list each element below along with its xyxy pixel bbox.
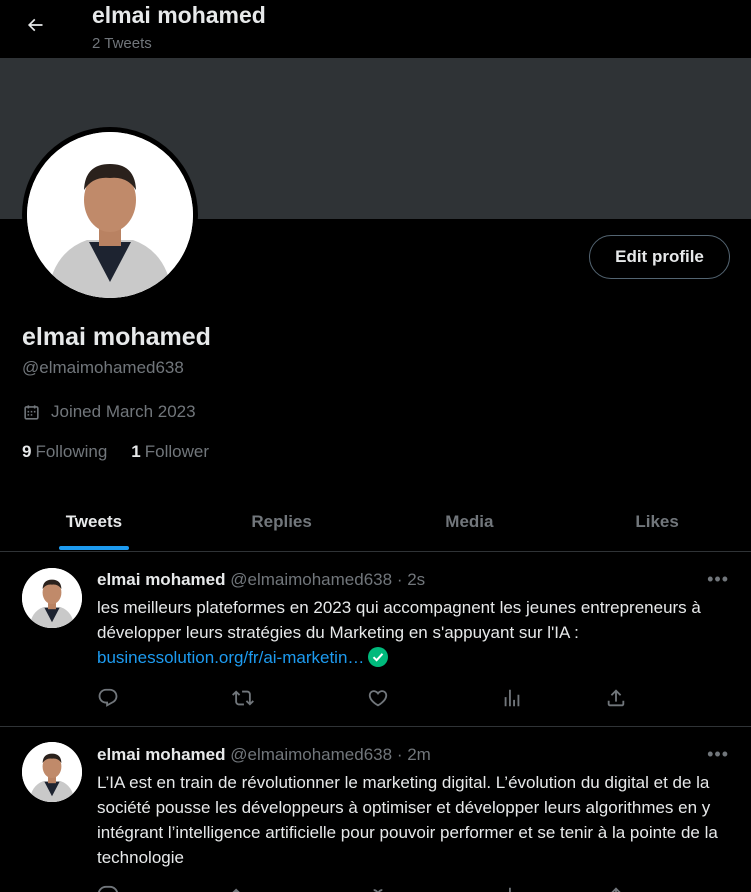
- reply-icon[interactable]: [97, 885, 121, 892]
- more-options-icon[interactable]: •••: [707, 744, 729, 765]
- retweet-icon[interactable]: [232, 687, 256, 711]
- tab-media[interactable]: Media: [376, 492, 564, 551]
- tab-replies[interactable]: Replies: [188, 492, 376, 551]
- tab-label: Replies: [251, 511, 312, 531]
- verified-check-icon: [368, 647, 389, 667]
- follow-stats: 9 Following 1 Follower: [22, 442, 209, 462]
- tweet-actions: [97, 885, 637, 892]
- tweet-text: les meilleurs plateformes en 2023 qui ac…: [97, 598, 701, 642]
- tweet-author-name[interactable]: elmai mohamed: [97, 745, 226, 764]
- back-button[interactable]: [20, 10, 50, 40]
- tab-likes[interactable]: Likes: [563, 492, 751, 551]
- more-options-icon[interactable]: •••: [707, 569, 729, 590]
- edit-profile-button[interactable]: Edit profile: [589, 235, 730, 279]
- calendar-icon: [24, 404, 39, 420]
- tweet-actions: [97, 687, 637, 711]
- tab-label: Media: [445, 511, 494, 531]
- active-tab-indicator: [58, 546, 129, 550]
- reply-icon[interactable]: [97, 687, 121, 711]
- following-count: 9: [22, 442, 32, 461]
- tab-label: Likes: [635, 511, 679, 531]
- followers-count: 1: [131, 442, 141, 461]
- tweet-text-block: les meilleurs plateformes en 2023 qui ac…: [97, 595, 737, 670]
- followers-link[interactable]: 1 Follower: [131, 442, 209, 462]
- tweet-item[interactable]: elmai mohamed @elmaimohamed638 · 2m ••• …: [0, 727, 751, 892]
- arrow-left-icon: [27, 18, 43, 32]
- following-link[interactable]: 9 Following: [22, 442, 107, 462]
- tweet-text: L’IA est en train de révolutionner le ma…: [97, 773, 718, 867]
- followers-label: Follower: [144, 442, 209, 461]
- header-tweet-count: 2 Tweets: [92, 35, 152, 52]
- header-title: elmai mohamed: [92, 2, 266, 28]
- tweet-author-handle[interactable]: @elmaimohamed638: [230, 570, 392, 589]
- tweet-avatar[interactable]: [22, 742, 82, 802]
- views-icon[interactable]: [501, 885, 525, 892]
- profile-handle: @elmaimohamed638: [22, 358, 184, 377]
- like-icon[interactable]: [367, 885, 391, 892]
- tweet-link[interactable]: businessolution.org/fr/ai-marketin…: [97, 648, 364, 667]
- tab-label: Tweets: [65, 511, 123, 531]
- tweet-author-handle[interactable]: @elmaimohamed638: [230, 745, 392, 764]
- tweet-time[interactable]: · 2m: [397, 745, 431, 764]
- tweet-author-name[interactable]: elmai mohamed: [97, 570, 226, 589]
- tweet-avatar[interactable]: [22, 568, 82, 628]
- profile-tabs: Tweets Replies Media Likes: [0, 492, 751, 552]
- avatar-photo: [27, 132, 193, 298]
- tweet-item[interactable]: elmai mohamed @elmaimohamed638 · 2s ••• …: [0, 553, 751, 727]
- joined-label: Joined March 2023: [51, 402, 196, 421]
- share-icon[interactable]: [605, 885, 629, 892]
- following-label: Following: [35, 442, 108, 461]
- share-icon[interactable]: [605, 687, 629, 711]
- tweet-time[interactable]: · 2s: [397, 570, 425, 589]
- tab-tweets[interactable]: Tweets: [0, 492, 188, 551]
- tweet-header: elmai mohamed @elmaimohamed638 · 2s: [97, 570, 425, 590]
- profile-name: elmai mohamed: [22, 323, 211, 351]
- like-icon[interactable]: [367, 687, 391, 711]
- tweet-header: elmai mohamed @elmaimohamed638 · 2m: [97, 745, 431, 765]
- joined-date: Joined March 2023: [22, 402, 196, 422]
- views-icon[interactable]: [501, 687, 525, 711]
- top-bar: elmai mohamed 2 Tweets: [0, 0, 751, 58]
- profile-avatar[interactable]: [22, 127, 198, 303]
- retweet-icon[interactable]: [232, 885, 256, 892]
